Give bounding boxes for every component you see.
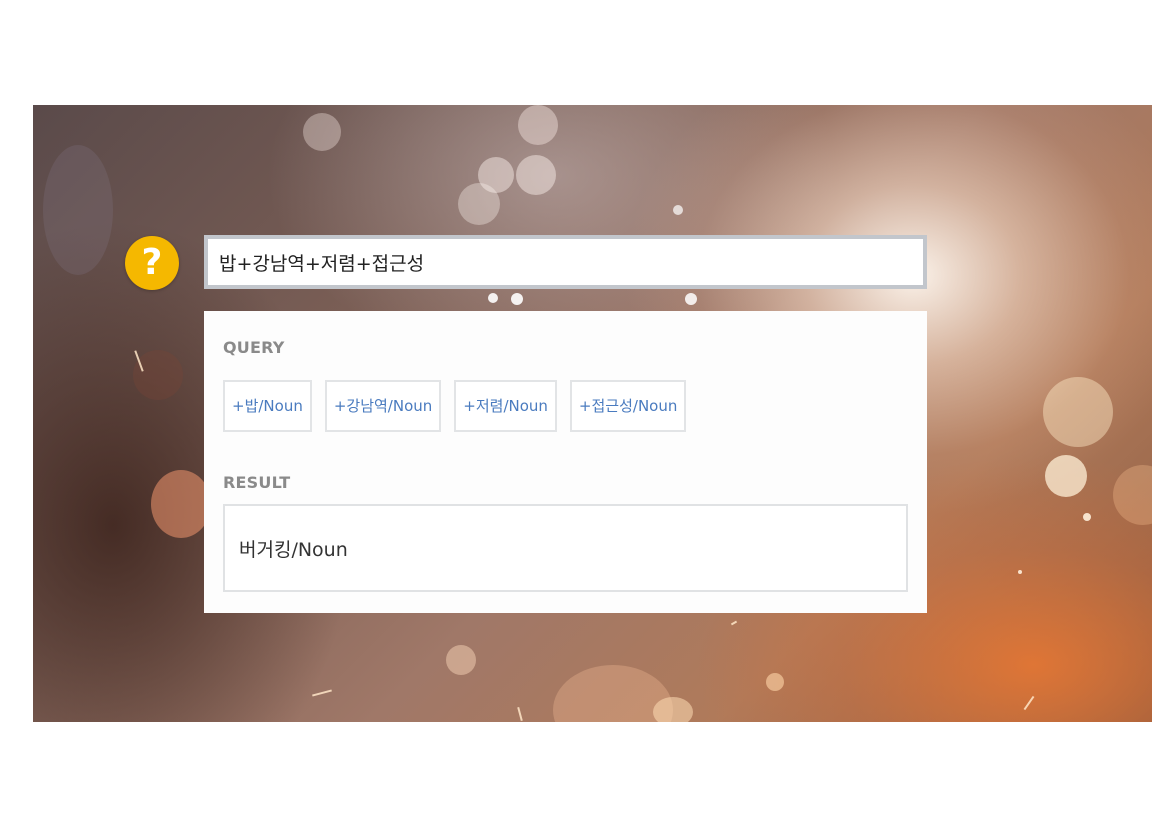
bokeh-light [1018, 570, 1022, 574]
spark-streak [517, 706, 523, 722]
bokeh-light [685, 293, 697, 305]
search-field[interactable] [204, 235, 927, 289]
spark-streak [312, 689, 332, 697]
bokeh-light [553, 665, 673, 722]
analysis-panel: QUERY +밥/Noun +강남역/Noun +저렴/Noun +접근성/No… [204, 311, 927, 613]
bokeh-light [478, 157, 514, 193]
bokeh-light [458, 183, 500, 225]
query-token-chip[interactable]: +밥/Noun [223, 380, 312, 432]
bokeh-light [1083, 513, 1091, 521]
result-box: 버거킹/Noun [223, 504, 908, 592]
spark-streak [134, 350, 144, 372]
spark-streak [1023, 695, 1035, 711]
spark-streak [730, 620, 738, 626]
query-token-list: +밥/Noun +강남역/Noun +저렴/Noun +접근성/Noun [223, 380, 687, 432]
bokeh-light [133, 350, 183, 400]
bokeh-light [516, 155, 556, 195]
query-token-chip[interactable]: +강남역/Noun [324, 380, 442, 432]
help-question-icon[interactable]: ? [125, 236, 179, 290]
bokeh-light [1043, 377, 1113, 447]
bokeh-light [1045, 455, 1087, 497]
bokeh-light [446, 645, 476, 675]
bokeh-light [511, 293, 523, 305]
bokeh-light [673, 205, 683, 215]
bokeh-light [151, 470, 211, 538]
bokeh-light [488, 293, 498, 303]
question-mark-icon: ? [141, 242, 163, 283]
query-token-chip[interactable]: +저렴/Noun [454, 380, 557, 432]
bokeh-light [766, 673, 784, 691]
bokeh-light [518, 105, 558, 145]
query-token-chip[interactable]: +접근성/Noun [569, 380, 687, 432]
query-section-label: QUERY [223, 338, 285, 357]
bokeh-light [43, 145, 113, 275]
result-value: 버거킹/Noun [239, 539, 348, 561]
bokeh-light [653, 697, 693, 722]
result-section-label: RESULT [223, 473, 291, 492]
bokeh-light [1113, 465, 1152, 525]
bokeh-light [303, 113, 341, 151]
search-input[interactable] [208, 239, 923, 285]
